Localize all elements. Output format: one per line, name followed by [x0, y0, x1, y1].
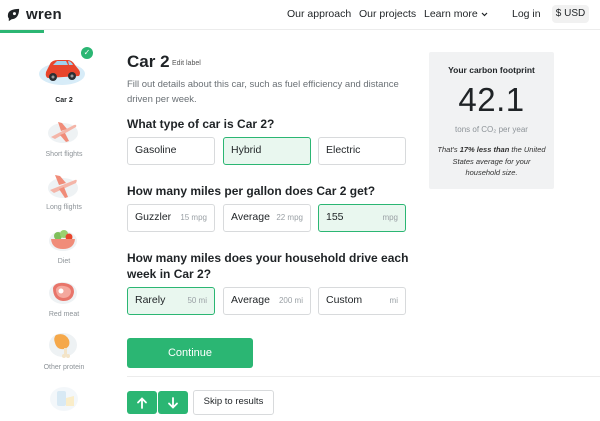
note-prefix: That's — [437, 145, 460, 154]
continue-button[interactable]: Continue — [127, 338, 253, 368]
option-gasoline[interactable]: Gasoline — [127, 137, 215, 165]
option-unit: 15 mpg — [180, 213, 207, 222]
option-label: Guzzler — [135, 211, 172, 223]
arrow-up-icon — [137, 396, 147, 409]
sidebar-item-other-protein[interactable]: Other protein — [0, 329, 128, 377]
option-unit: mpg — [382, 213, 398, 222]
leaf-logo-icon — [7, 8, 20, 22]
chicken-leg-icon — [47, 330, 79, 365]
footprint-unit: tons of CO₂ per year — [455, 125, 528, 134]
question-miles-per-week: How many miles does your household drive… — [127, 250, 408, 282]
sidebar-item-car-2[interactable]: ✓ Car 2 — [0, 33, 128, 108]
option-label: Average — [231, 294, 270, 306]
edit-label-link[interactable]: Edit label — [172, 60, 201, 67]
page-description: Fill out details about this car, such as… — [127, 79, 399, 105]
custom-miles-input[interactable]: Custom mi — [318, 287, 406, 315]
option-unit: 200 mi — [278, 296, 303, 305]
wren-logo[interactable]: wren — [6, 6, 62, 23]
note-highlight: 17% less than — [459, 145, 510, 154]
footprint-title: Your carbon footprint — [448, 65, 535, 75]
option-rarely[interactable]: Rarely 50 mi — [127, 287, 215, 315]
arrow-down-icon — [168, 396, 178, 409]
option-unit: 22 mpg — [276, 213, 303, 222]
option-electric[interactable]: Electric — [318, 137, 406, 165]
option-label: Hybrid — [231, 144, 262, 156]
car-icon — [38, 50, 86, 91]
custom-mpg-input[interactable]: 155 mpg — [318, 204, 406, 232]
sidebar-item-red-meat[interactable]: Red meat — [0, 276, 128, 324]
nav-learn-more-label: Learn more — [424, 8, 478, 20]
question-mpg: How many miles per gallon does Car 2 get… — [127, 184, 376, 198]
option-average-miles[interactable]: Average 200 mi — [223, 287, 311, 315]
page-title: Car 2 — [127, 52, 170, 71]
option-unit: mi — [389, 296, 398, 305]
footprint-value: 42.1 — [458, 81, 525, 118]
question-line: week in Car 2? — [127, 267, 212, 281]
option-label: Gasoline — [135, 144, 177, 156]
divider — [127, 376, 600, 377]
option-unit: 50 mi — [187, 296, 207, 305]
footprint-comparison-note: That's 17% less than the United States a… — [435, 144, 548, 179]
sidebar-item-short-flights[interactable]: Short flights — [0, 115, 128, 163]
question-car-type: What type of car is Car 2? — [127, 117, 275, 131]
option-label: Custom — [326, 294, 363, 306]
salad-bowl-icon — [47, 225, 79, 258]
completed-check-icon: ✓ — [81, 47, 93, 59]
skip-to-results-button[interactable]: Skip to results — [193, 390, 274, 415]
sidebar-item-long-flights[interactable]: Long flights — [0, 170, 128, 218]
nav-log-in[interactable]: Log in — [512, 8, 541, 20]
sidebar-item-label: Other protein — [43, 364, 85, 371]
airplane-icon — [46, 117, 80, 150]
nav-our-approach[interactable]: Our approach — [287, 8, 351, 20]
option-label: Electric — [326, 144, 361, 156]
option-value: 155 — [326, 211, 344, 223]
sidebar-item-label: Long flights — [46, 204, 82, 211]
sidebar-item-label: Red meat — [48, 311, 80, 318]
next-question-button[interactable] — [158, 391, 188, 414]
previous-question-button[interactable] — [127, 391, 157, 414]
currency-selector[interactable]: $ USD — [552, 5, 589, 23]
sidebar-item-label: Short flights — [45, 151, 83, 158]
steak-icon — [47, 278, 79, 311]
nav-learn-more[interactable]: Learn more — [424, 8, 488, 20]
sidebar-item-diet[interactable]: Diet — [0, 223, 128, 271]
airplane-icon — [46, 172, 80, 205]
carbon-footprint-card: Your carbon footprint 42.1 tons of CO₂ p… — [429, 52, 554, 189]
question-line: How many miles does your household drive… — [127, 251, 409, 265]
sidebar-item-label: Diet — [57, 258, 71, 265]
option-hybrid[interactable]: Hybrid — [223, 137, 311, 165]
nav-our-projects[interactable]: Our projects — [359, 8, 416, 20]
top-nav-bar: wren Our approach Our projects Learn mor… — [0, 0, 600, 30]
sidebar-item-dairy[interactable] — [0, 383, 128, 421]
chevron-down-icon — [481, 12, 488, 16]
option-label: Average — [231, 211, 270, 223]
option-average-mpg[interactable]: Average 22 mpg — [223, 204, 311, 232]
option-guzzler[interactable]: Guzzler 15 mpg — [127, 204, 215, 232]
dairy-icon — [48, 384, 80, 419]
option-label: Rarely — [135, 294, 166, 306]
sidebar: ✓ Car 2 Short flights Long flights Diet … — [0, 33, 128, 421]
sidebar-item-label: Car 2 — [55, 97, 73, 104]
brand-name: wren — [26, 6, 62, 23]
